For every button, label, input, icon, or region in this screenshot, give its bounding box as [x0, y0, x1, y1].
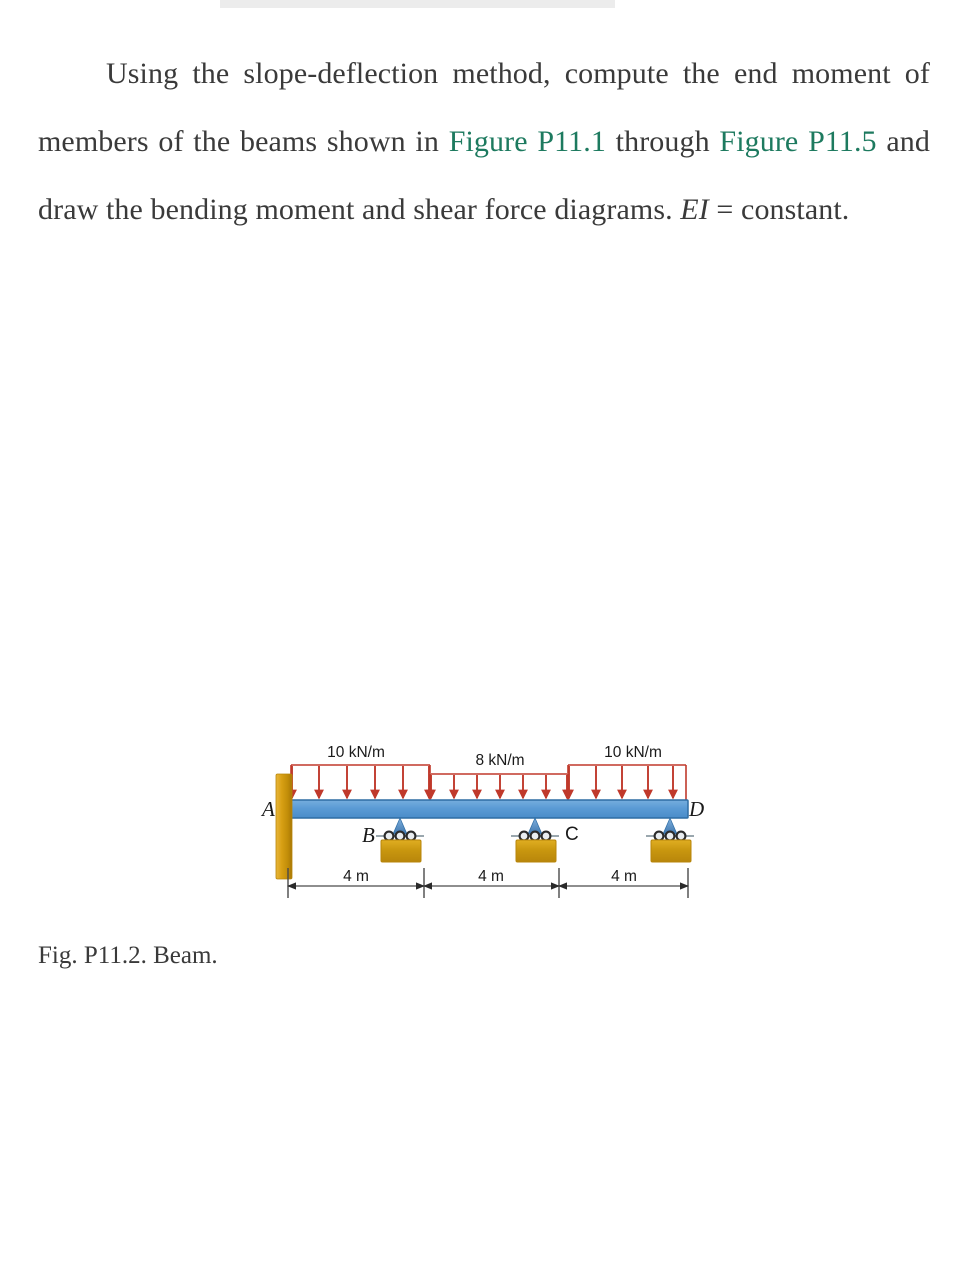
- question-line-1: Using the slope-deflection method, compu…: [106, 57, 720, 90]
- support-roller-D: [646, 817, 694, 863]
- roller-D-wheel-1: [653, 830, 665, 842]
- beam-member: [285, 799, 689, 819]
- figure-caption: Fig. P11.2. Beam.: [38, 942, 218, 969]
- node-label-B: B: [362, 823, 375, 847]
- question-line-4-text: moment and shear force diagrams.: [255, 193, 681, 226]
- question-line-3-mid: through: [605, 125, 720, 158]
- page-root: Using the slope-deflection method, compu…: [0, 0, 966, 1280]
- node-label-C: C: [565, 824, 579, 845]
- roller-B-wheel-1: [383, 830, 395, 842]
- figure-ref-1[interactable]: Figure: [449, 125, 528, 158]
- node-label-D: D: [688, 797, 704, 821]
- figure-ref-2[interactable]: P11.1: [537, 125, 606, 158]
- roller-D-wheel-2: [664, 830, 676, 842]
- roller-C-wheel-1: [518, 830, 530, 842]
- roller-D-base-block: [650, 839, 692, 863]
- load-1-arrows: [287, 766, 434, 800]
- dimension-group: 4 m 4 m 4 m: [287, 868, 689, 898]
- load-label-1: 10 kN/m: [327, 744, 385, 761]
- roller-B-wheel-2: [394, 830, 406, 842]
- support-roller-B: [376, 817, 424, 863]
- load-label-2: 8 kN/m: [475, 752, 524, 769]
- dim-label-BC: 4 m: [478, 868, 504, 885]
- load-region-1: [287, 764, 434, 800]
- load-3-arrows: [564, 766, 678, 800]
- load-label-3: 10 kN/m: [604, 744, 662, 761]
- roller-C-base-block: [515, 839, 557, 863]
- support-fixed-A: [275, 773, 293, 880]
- figure-ref-3[interactable]: Figure P11.5: [719, 125, 876, 158]
- node-label-A: A: [260, 797, 275, 821]
- roller-B-wheel-3: [405, 830, 417, 842]
- question-paragraph: Using the slope-deflection method, compu…: [38, 40, 930, 244]
- roller-B-base-block: [380, 839, 422, 863]
- roller-C-wheel-2: [529, 830, 541, 842]
- fixed-wall: [275, 773, 293, 880]
- support-roller-C: [511, 817, 559, 863]
- page-top-band: [220, 0, 615, 8]
- question-line-4-tail: = constant.: [708, 193, 850, 226]
- ei-symbol: EI: [680, 193, 709, 226]
- beam-figure: 10 kN/m 8 kN/m 10 kN/m A B C D 4 m 4 m 4…: [248, 728, 718, 928]
- load-region-2: [426, 773, 572, 800]
- roller-D-wheel-3: [675, 830, 687, 842]
- dim-label-AB: 4 m: [343, 868, 369, 885]
- load-2-arrows: [426, 775, 572, 800]
- roller-C-wheel-3: [540, 830, 552, 842]
- dim-label-CD: 4 m: [611, 868, 637, 885]
